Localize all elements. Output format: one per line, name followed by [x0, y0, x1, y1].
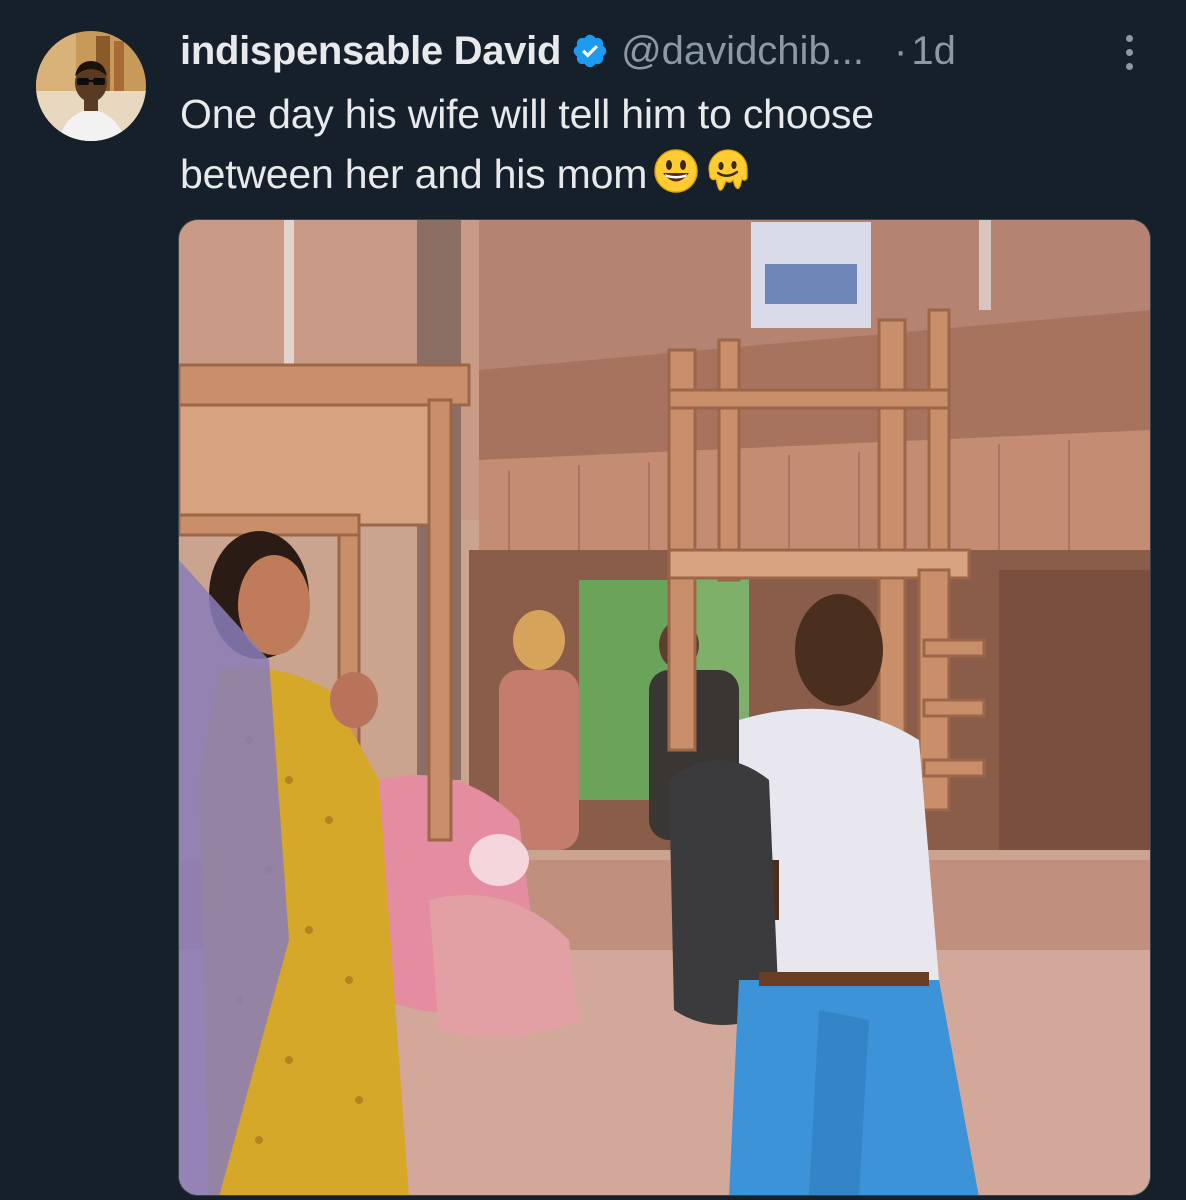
more-options-icon[interactable]	[1112, 30, 1146, 74]
tweet-text-line-2-content: between her and his mom	[180, 151, 648, 197]
tweet-timestamp[interactable]: 1d	[911, 29, 956, 74]
more-dot	[1125, 62, 1133, 70]
author-display-name[interactable]: indispensable David	[180, 29, 561, 74]
melting-face-emoji	[705, 148, 751, 194]
more-dot	[1125, 48, 1133, 56]
tweet-text-line-2: between her and his mom	[180, 144, 1140, 204]
more-dot	[1125, 34, 1133, 42]
grinning-face-emoji	[653, 148, 699, 194]
verified-badge-icon[interactable]	[571, 32, 609, 70]
tweet-text: One day his wife will tell him to choose…	[180, 84, 1140, 204]
author-avatar[interactable]	[36, 31, 146, 141]
tweet-photo[interactable]	[178, 219, 1151, 1196]
tweet-text-line-1: One day his wife will tell him to choose	[180, 91, 874, 137]
separator-dot: ·	[894, 28, 908, 73]
author-handle[interactable]: @davidchib...	[621, 29, 864, 74]
tweet-header: indispensable David @davidchib... · 1d	[180, 24, 1140, 78]
tweet-card[interactable]: indispensable David @davidchib... · 1d O…	[0, 0, 1186, 1200]
